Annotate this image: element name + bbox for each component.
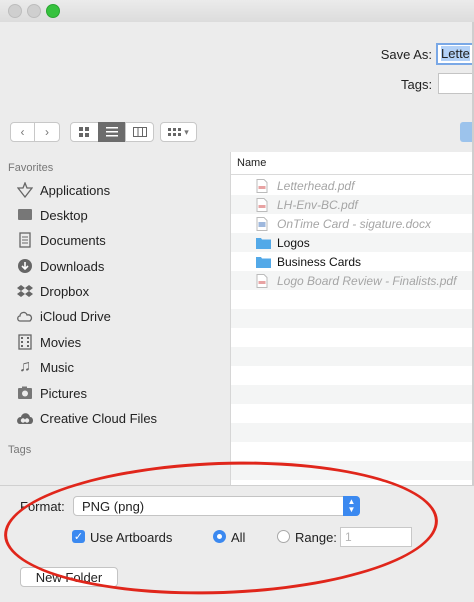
sidebar-item-pictures[interactable]: Pictures: [0, 382, 230, 404]
documents-icon: [16, 232, 34, 248]
file-name: Logos: [277, 235, 310, 250]
save-as-field[interactable]: Lette: [436, 43, 474, 65]
favorites-heading: Favorites: [8, 162, 54, 174]
sidebar-item-dropbox[interactable]: Dropbox: [0, 280, 230, 302]
sidebar-item-applications[interactable]: Applications: [0, 179, 230, 201]
empty-row: [231, 366, 474, 385]
sidebar: Favorites Applications Desktop Documents…: [0, 152, 230, 485]
tags-field[interactable]: [438, 73, 474, 94]
sidebar-item-music[interactable]: ♫ Music: [0, 356, 230, 378]
empty-row: [231, 423, 474, 442]
use-artboards-checkbox[interactable]: ✓: [72, 530, 85, 543]
sidebar-item-creative-cloud-files[interactable]: Creative Cloud Files: [0, 407, 230, 429]
tags-label: Tags:: [401, 77, 433, 92]
file-row: Letterhead.pdf: [231, 176, 474, 195]
sidebar-item-icloud-drive[interactable]: iCloud Drive: [0, 305, 230, 327]
format-select[interactable]: PNG (png) ▲ ▼: [73, 496, 360, 516]
save-as-label: Save As:: [380, 47, 432, 62]
applications-icon: [16, 182, 34, 198]
format-label: Format:: [20, 499, 65, 514]
format-value: PNG (png): [82, 498, 145, 514]
icon-view-button[interactable]: [70, 122, 99, 142]
all-label: All: [231, 530, 246, 545]
sidebar-item-label: Downloads: [40, 258, 105, 274]
empty-row: [231, 347, 474, 366]
pdf-file-icon: [256, 273, 270, 288]
file-row: LH-Env-BC.pdf: [231, 195, 474, 214]
minimize-window-button[interactable]: [27, 4, 41, 18]
zoom-window-button[interactable]: [46, 4, 60, 18]
icon-grid-icon: [79, 126, 89, 137]
arrange-grid-icon: [168, 127, 182, 136]
chevron-down-icon: ▾: [184, 126, 189, 137]
folder-icon: [256, 236, 271, 250]
columns-icon: [132, 127, 147, 137]
chevron-left-icon: ‹: [20, 125, 25, 139]
sidebar-item-desktop[interactable]: Desktop: [0, 204, 230, 226]
sidebar-item-label: iCloud Drive: [40, 308, 111, 324]
sidebar-item-movies[interactable]: Movies: [0, 331, 230, 353]
pictures-icon: [16, 385, 34, 401]
downloads-icon: [16, 258, 34, 274]
file-name: LH-Env-BC.pdf: [277, 197, 358, 212]
name-column-header[interactable]: Name: [231, 152, 474, 175]
empty-row: [231, 309, 474, 328]
empty-row: [231, 442, 474, 461]
title-bar: [0, 0, 474, 22]
all-radio[interactable]: [213, 530, 226, 543]
range-label: Range:: [295, 530, 337, 545]
sidebar-item-label: Creative Cloud Files: [40, 410, 158, 426]
file-row: OnTime Card - sigature.docx: [231, 214, 474, 233]
file-list: Name Letterhead.pdf LH-Env-BC.pdf OnTime C…: [231, 152, 474, 485]
sidebar-item-label: Desktop: [40, 207, 88, 223]
new-folder-button[interactable]: New Folder: [20, 567, 118, 587]
pdf-file-icon: [256, 197, 270, 212]
close-window-button[interactable]: [8, 4, 22, 18]
dropbox-icon: [16, 283, 34, 299]
column-view-button[interactable]: [125, 122, 154, 142]
empty-row: [231, 461, 474, 480]
checkmark-icon: ✓: [73, 531, 84, 543]
file-name: Logo Board Review - Finalists.pdf: [277, 273, 457, 288]
range-radio[interactable]: [277, 530, 290, 543]
pdf-file-icon: [256, 178, 270, 193]
back-button[interactable]: ‹: [10, 122, 35, 142]
sidebar-item-label: Dropbox: [40, 283, 90, 299]
folder-icon: [256, 255, 271, 269]
sidebar-item-downloads[interactable]: Downloads: [0, 255, 230, 277]
music-icon: ♫: [19, 358, 31, 375]
arrange-menu-button[interactable]: ▾: [160, 122, 197, 142]
file-name: Business Cards: [277, 254, 362, 269]
movies-icon: [16, 334, 34, 350]
file-name: OnTime Card - sigature.docx: [277, 216, 431, 231]
creative-cloud-icon: [16, 410, 34, 426]
desktop-icon: [16, 207, 34, 223]
file-row[interactable]: Business Cards: [231, 252, 474, 271]
forward-button[interactable]: ›: [35, 122, 60, 142]
chevron-right-icon: ›: [45, 125, 49, 139]
file-row: Logo Board Review - Finalists.pdf: [231, 271, 474, 290]
column-header-label: Name: [237, 157, 267, 169]
file-row[interactable]: Logos: [231, 233, 474, 252]
sidebar-item-label: Pictures: [40, 385, 87, 401]
sidebar-item-documents[interactable]: Documents: [0, 229, 230, 251]
cloud-icon: [16, 308, 34, 324]
empty-row: [231, 404, 474, 423]
sidebar-item-label: Applications: [40, 182, 111, 198]
sidebar-item-label: Movies: [40, 334, 82, 350]
tags-heading: Tags: [8, 444, 32, 456]
use-artboards-label: Use Artboards: [90, 530, 173, 545]
word-doc-icon: [256, 216, 270, 231]
empty-row: [231, 328, 474, 347]
list-view-button[interactable]: [98, 122, 126, 142]
file-name: Letterhead.pdf: [277, 178, 355, 193]
sidebar-item-label: Music: [40, 359, 74, 375]
empty-row: [231, 385, 474, 404]
empty-row: [231, 290, 474, 309]
list-lines-icon: [106, 127, 118, 137]
updown-arrows-icon: ▲ ▼: [343, 496, 360, 516]
save-as-value: Lette: [441, 46, 470, 61]
range-input[interactable]: 1: [340, 527, 412, 547]
sidebar-item-label: Documents: [40, 232, 106, 248]
